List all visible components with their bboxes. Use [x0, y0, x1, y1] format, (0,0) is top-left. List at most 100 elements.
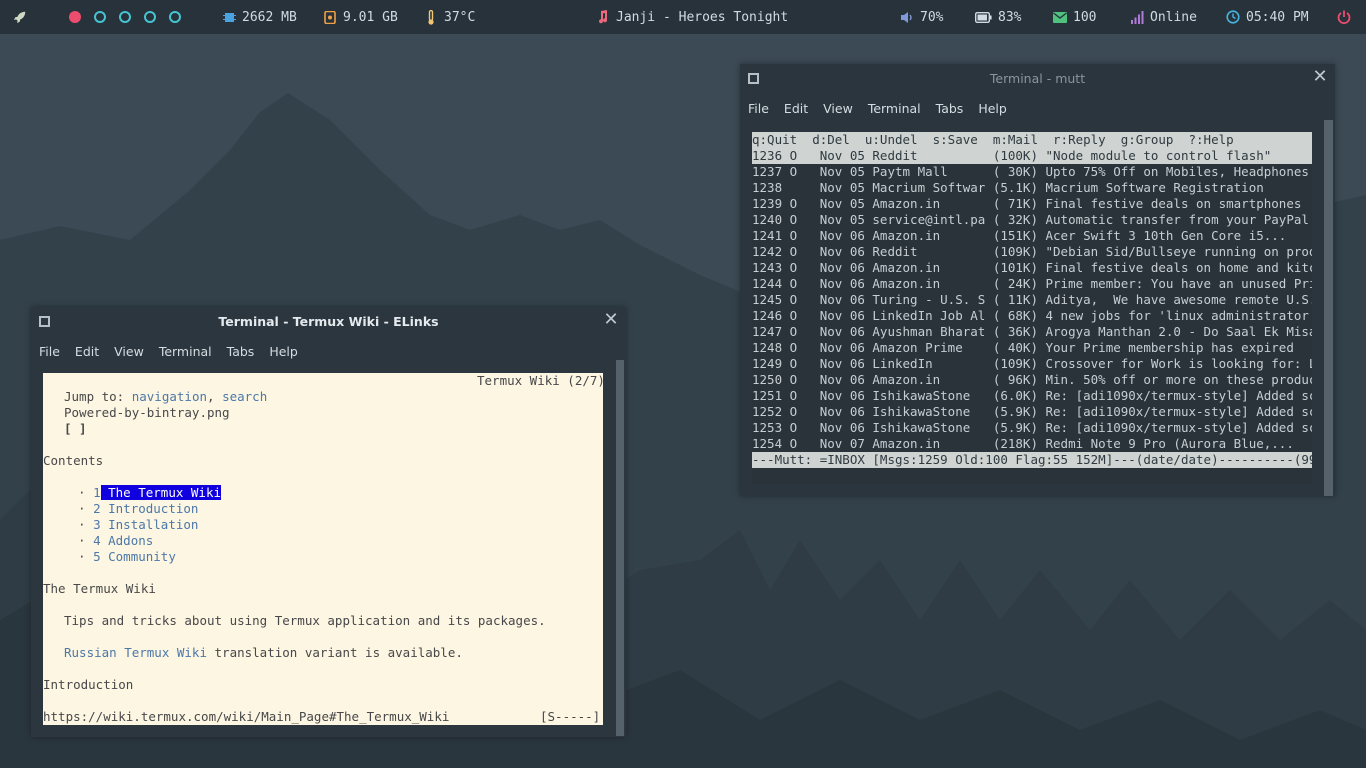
- disk-indicator: 9.01 GB: [323, 0, 398, 34]
- mutt-terminal-window[interactable]: Terminal - mutt ✕ File Edit View Termina…: [740, 64, 1335, 496]
- battery-value: 83%: [998, 9, 1022, 25]
- scrollbar[interactable]: [1324, 120, 1333, 496]
- jump-to-label: Jump to:: [64, 389, 132, 404]
- workspace-1[interactable]: [69, 11, 81, 23]
- menu-tabs[interactable]: Tabs: [227, 344, 255, 359]
- status-flags: [S-----]: [540, 709, 601, 724]
- menu-file[interactable]: File: [39, 344, 60, 359]
- memory-value: 2662 MB: [242, 9, 297, 25]
- memory-indicator: 2662 MB: [222, 0, 297, 34]
- russian-wiki-line: Russian Termux Wiki translation variant …: [64, 645, 463, 660]
- top-panel: 2662 MB 9.01 GB 37°C Janji - Heroes Toni…: [0, 0, 1366, 34]
- scrollbar[interactable]: [616, 360, 624, 736]
- message-row[interactable]: 1254 O Nov 07 Amazon.in (218K) Redmi Not…: [752, 436, 1312, 452]
- menu-file[interactable]: File: [748, 101, 769, 116]
- music-player[interactable]: Janji - Heroes Tonight: [596, 0, 788, 34]
- message-row[interactable]: 1242 O Nov 06 Reddit (109K) "Debian Sid/…: [752, 244, 1312, 260]
- envelope-icon: [1053, 10, 1067, 24]
- message-row-selected[interactable]: 1236 O Nov 05 Reddit (100K) "Node module…: [752, 148, 1312, 164]
- toc-item[interactable]: · 3 Installation: [78, 517, 198, 533]
- message-row[interactable]: 1249 O Nov 06 LinkedIn (109K) Crossover …: [752, 356, 1312, 372]
- navigation-link[interactable]: navigation: [132, 389, 207, 404]
- message-row[interactable]: 1248 O Nov 06 Amazon Prime ( 40K) Your P…: [752, 340, 1312, 356]
- network-indicator[interactable]: Online: [1130, 0, 1197, 34]
- section-heading: The Termux Wiki: [43, 581, 156, 596]
- menu-tabs[interactable]: Tabs: [936, 101, 964, 116]
- workspace-4[interactable]: [144, 11, 156, 23]
- message-row[interactable]: 1237 O Nov 05 Paytm Mall ( 30K) Upto 75%…: [752, 164, 1312, 180]
- elinks-page[interactable]: Termux Wiki (2/7) Jump to: navigation, s…: [43, 373, 605, 725]
- power-icon: [1337, 10, 1351, 24]
- menu-bar: File Edit View Terminal Tabs Help: [31, 337, 626, 365]
- paragraph-text: Tips and tricks about using Termux appli…: [64, 613, 546, 628]
- network-value: Online: [1150, 9, 1197, 25]
- workspace-5[interactable]: [169, 11, 181, 23]
- rocket-icon: [13, 10, 27, 24]
- menu-edit[interactable]: Edit: [75, 344, 99, 359]
- image-alt-text: Powered-by-bintray.png: [64, 405, 230, 420]
- message-row[interactable]: 1252 O Nov 06 IshikawaStone (5.9K) Re: […: [752, 404, 1312, 420]
- message-row[interactable]: 1239 O Nov 05 Amazon.in ( 71K) Final fes…: [752, 196, 1312, 212]
- page-indicator: Termux Wiki (2/7): [477, 373, 605, 388]
- message-row[interactable]: 1244 O Nov 06 Amazon.in ( 24K) Prime mem…: [752, 276, 1312, 292]
- message-row[interactable]: 1240 O Nov 05 service@intl.pa ( 32K) Aut…: [752, 212, 1312, 228]
- close-icon[interactable]: ✕: [602, 311, 620, 329]
- window-titlebar[interactable]: Terminal - Termux Wiki - ELinks ✕: [31, 307, 626, 337]
- message-row[interactable]: 1253 O Nov 06 IshikawaStone (5.9K) Re: […: [752, 420, 1312, 436]
- workspace-2[interactable]: [94, 11, 106, 23]
- message-row[interactable]: 1250 O Nov 06 Amazon.in ( 96K) Min. 50% …: [752, 372, 1312, 388]
- window-title: Terminal - mutt: [989, 71, 1086, 86]
- clock-icon: [1226, 10, 1240, 24]
- mail-indicator[interactable]: 100: [1053, 0, 1096, 34]
- message-row[interactable]: 1245 O Nov 06 Turing - U.S. S ( 11K) Adi…: [752, 292, 1312, 308]
- section-heading: Introduction: [43, 677, 134, 692]
- message-row[interactable]: 1251 O Nov 06 IshikawaStone (6.0K) Re: […: [752, 388, 1312, 404]
- window-titlebar[interactable]: Terminal - mutt ✕: [740, 64, 1335, 94]
- message-row[interactable]: 1241 O Nov 06 Amazon.in (151K) Acer Swif…: [752, 228, 1312, 244]
- thermometer-icon: [424, 9, 438, 25]
- menu-view[interactable]: View: [823, 101, 853, 116]
- status-url: https://wiki.termux.com/wiki/Main_Page#T…: [43, 709, 450, 724]
- message-row[interactable]: 1246 O Nov 06 LinkedIn Job Al ( 68K) 4 n…: [752, 308, 1312, 324]
- toc-link-selected[interactable]: The Termux Wiki: [100, 485, 222, 500]
- russian-wiki-link[interactable]: Russian Termux Wiki: [64, 645, 207, 660]
- toc-item[interactable]: · 5 Community: [78, 549, 176, 565]
- message-row[interactable]: 1238 Nov 05 Macrium Softwar (5.1K) Macri…: [752, 180, 1312, 196]
- volume-indicator[interactable]: 70%: [900, 0, 943, 34]
- menu-terminal[interactable]: Terminal: [159, 344, 212, 359]
- workspace-3[interactable]: [119, 11, 131, 23]
- clock-value: 05:40 PM: [1246, 9, 1309, 25]
- window-title: Terminal - Termux Wiki - ELinks: [218, 314, 439, 329]
- message-row[interactable]: 1243 O Nov 06 Amazon.in (101K) Final fes…: [752, 260, 1312, 276]
- menu-view[interactable]: View: [114, 344, 144, 359]
- speaker-icon: [900, 10, 914, 24]
- mail-value: 100: [1073, 9, 1097, 25]
- image-placeholder[interactable]: [ ]: [64, 421, 87, 437]
- toc-item[interactable]: · 1 The Termux Wiki: [78, 485, 222, 501]
- volume-value: 70%: [920, 9, 944, 25]
- battery-icon: [975, 10, 992, 24]
- menu-terminal[interactable]: Terminal: [868, 101, 921, 116]
- elinks-terminal-window[interactable]: Terminal - Termux Wiki - ELinks ✕ File E…: [31, 307, 626, 737]
- battery-indicator: 83%: [975, 0, 1021, 34]
- music-note-icon: [596, 10, 610, 24]
- search-link[interactable]: search: [222, 389, 267, 404]
- message-row[interactable]: 1247 O Nov 06 Ayushman Bharat ( 36K) Aro…: [752, 324, 1312, 340]
- disk-icon: [323, 10, 337, 24]
- jump-to-line: Jump to: navigation, search: [64, 389, 267, 405]
- menu-help[interactable]: Help: [269, 344, 298, 359]
- toc-item[interactable]: · 2 Introduction: [78, 501, 198, 517]
- clock[interactable]: 05:40 PM: [1226, 0, 1309, 34]
- launcher-button[interactable]: [13, 0, 27, 34]
- close-icon[interactable]: ✕: [1311, 68, 1329, 86]
- menu-help[interactable]: Help: [978, 101, 1007, 116]
- power-button[interactable]: [1337, 0, 1351, 34]
- mutt-index[interactable]: q:Quit d:Del u:Undel s:Save m:Mail r:Rep…: [752, 132, 1312, 484]
- toc-item[interactable]: · 4 Addons: [78, 533, 153, 549]
- menu-bar: File Edit View Terminal Tabs Help: [740, 94, 1335, 122]
- memory-chip-icon: [222, 10, 236, 24]
- mutt-help-line: q:Quit d:Del u:Undel s:Save m:Mail r:Rep…: [752, 132, 1312, 148]
- disk-value: 9.01 GB: [343, 9, 398, 25]
- menu-edit[interactable]: Edit: [784, 101, 808, 116]
- temperature-indicator: 37°C: [424, 0, 475, 34]
